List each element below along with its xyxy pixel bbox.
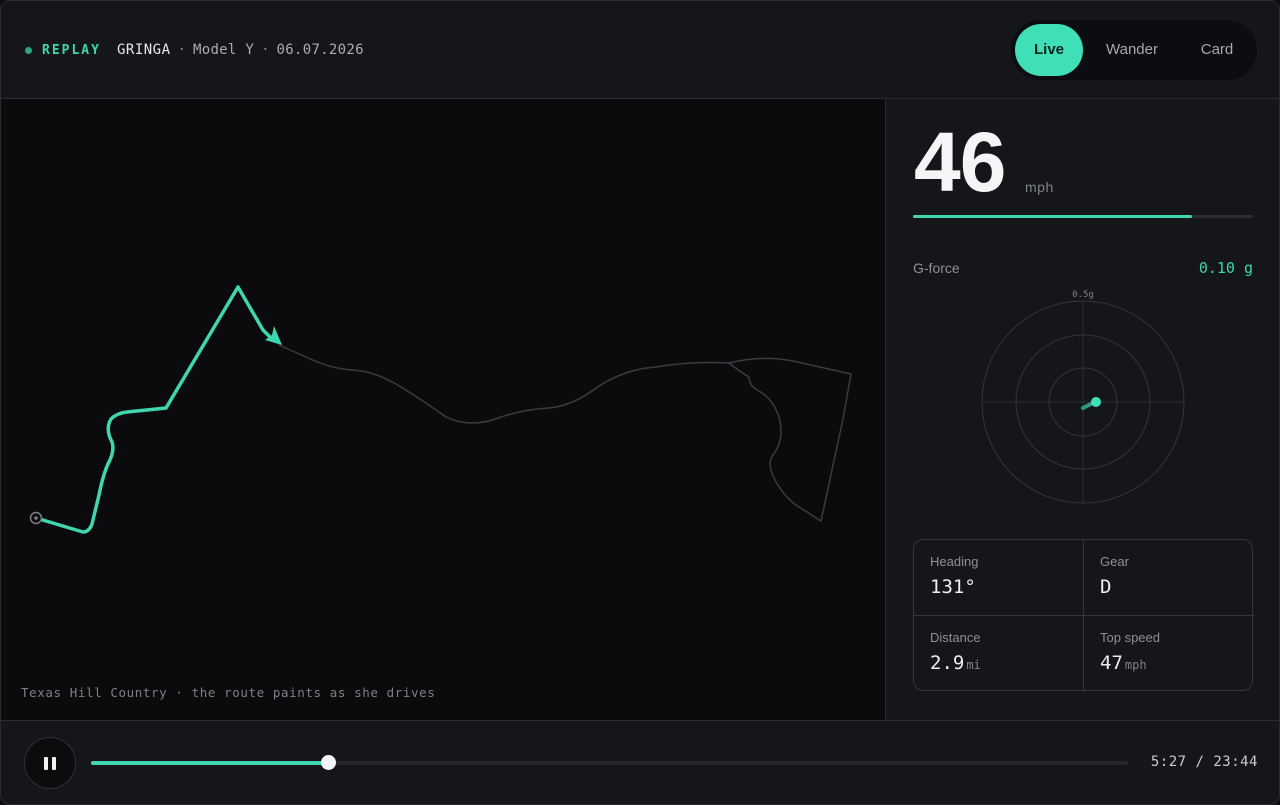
gear-value: D xyxy=(1100,576,1112,598)
scrubber-handle[interactable] xyxy=(321,755,337,770)
trip-date: 06.07.2026 xyxy=(276,42,364,58)
driver-name: GRINGA xyxy=(116,42,171,58)
route-remaining xyxy=(278,344,852,522)
separator: · xyxy=(177,42,186,58)
g-force-dot xyxy=(1091,397,1101,407)
telemetry-panel: 46 mph G-force 0.10 g 0.5g Heading 131° … xyxy=(887,99,1279,720)
route-painted xyxy=(34,285,273,534)
route-map[interactable]: Texas Hill Country · the route paints as… xyxy=(1,99,886,720)
vehicle-model: Model Y xyxy=(192,42,255,58)
g-force-meter: 0.5g xyxy=(981,290,1185,504)
mode-card-button[interactable]: Card xyxy=(1187,24,1247,76)
playback-progress-fill xyxy=(91,761,329,765)
speed-value: 46 xyxy=(914,115,1006,209)
stat-gear: Gear D xyxy=(1084,540,1254,616)
top-speed-value-row: 47 mph xyxy=(1100,652,1147,674)
top-speed-unit: mph xyxy=(1124,658,1147,672)
g-force-value: 0.10 g xyxy=(1198,259,1253,277)
top-speed-label: Top speed xyxy=(1100,630,1160,645)
separator: · xyxy=(261,42,270,58)
distance-label: Distance xyxy=(930,630,981,645)
distance-value: 2.9 xyxy=(930,652,965,674)
pause-icon xyxy=(52,757,56,770)
replay-app: REPLAY GRINGA · Model Y · 06.07.2026 Liv… xyxy=(0,0,1280,805)
playback-scrubber[interactable] xyxy=(91,755,1128,770)
pause-button[interactable] xyxy=(24,737,76,789)
mode-wander-button[interactable]: Wander xyxy=(1095,24,1169,76)
speed-bar-fill xyxy=(913,215,1192,218)
stat-heading: Heading 131° xyxy=(914,540,1084,616)
speed-unit: mph xyxy=(1025,179,1054,195)
header: REPLAY GRINGA · Model Y · 06.07.2026 Liv… xyxy=(1,1,1279,99)
speed-bar xyxy=(913,215,1253,218)
mode-switcher: Live Wander Card xyxy=(1011,20,1257,80)
g-force-label: G-force xyxy=(913,260,960,276)
top-speed-value: 47 xyxy=(1100,652,1123,674)
playback-bar: 5:27 / 23:44 xyxy=(1,720,1279,804)
g-ring-label: 0.5g xyxy=(1072,290,1094,300)
distance-value-row: 2.9 mi xyxy=(930,652,981,674)
status-label: REPLAY xyxy=(42,42,101,58)
stat-top-speed: Top speed 47 mph xyxy=(1084,616,1254,692)
trip-info: REPLAY GRINGA · Model Y · 06.07.2026 xyxy=(25,40,364,60)
gear-label: Gear xyxy=(1100,554,1129,569)
start-ring-icon xyxy=(29,511,43,525)
pause-icon xyxy=(44,757,48,770)
status-dot xyxy=(25,46,32,54)
stats-grid: Heading 131° Gear D Distance 2.9 mi Top s… xyxy=(913,539,1254,692)
route-map-canvas xyxy=(29,285,852,534)
mode-live-button[interactable]: Live xyxy=(1015,24,1083,76)
heading-label: Heading xyxy=(930,554,979,569)
heading-value: 131° xyxy=(930,576,976,598)
map-caption: Texas Hill Country · the route paints as… xyxy=(21,685,436,700)
playback-time: 5:27 / 23:44 xyxy=(1150,754,1258,770)
distance-unit: mi xyxy=(966,658,981,672)
stat-distance: Distance 2.9 mi xyxy=(914,616,1084,692)
